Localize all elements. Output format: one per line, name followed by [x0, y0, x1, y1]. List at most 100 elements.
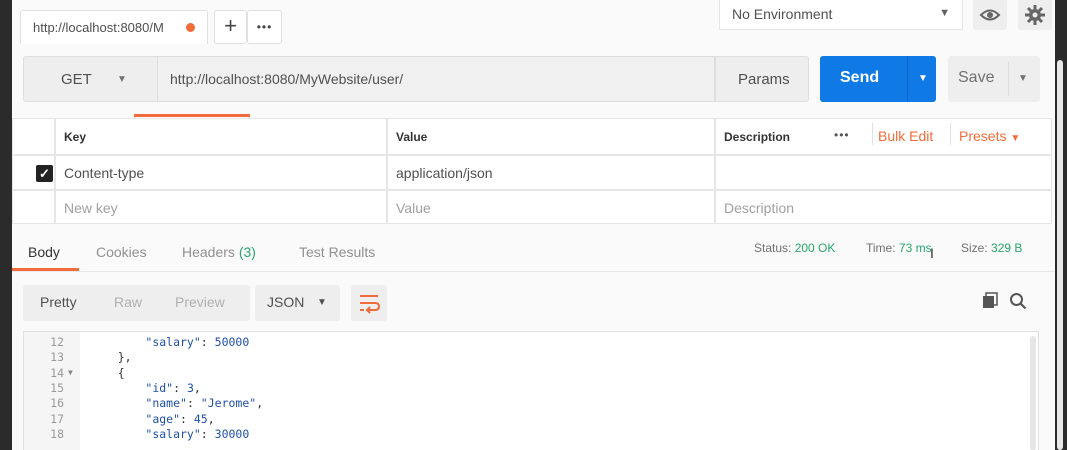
size-value: 329 B	[991, 241, 1023, 255]
request-section-tab-indicator	[134, 114, 250, 117]
line-number: 15	[50, 380, 64, 395]
editor-scrollbar[interactable]	[1030, 336, 1036, 450]
header-value-text: application/json	[396, 165, 493, 181]
presets-dropdown[interactable]: Presets ▼	[959, 128, 1020, 144]
json-string: "name"	[145, 396, 187, 411]
new-tab-button[interactable]: +	[214, 10, 247, 44]
new-description-placeholder: Description	[724, 200, 795, 216]
line-number: 18	[50, 426, 64, 441]
tools-divider	[872, 123, 873, 145]
request-tab-label: http://localhost:8080/MyWebsite	[33, 20, 163, 35]
send-button[interactable]: Send ▼	[820, 56, 936, 102]
view-raw-button[interactable]: Raw	[114, 294, 142, 310]
new-key-input[interactable]: New key	[55, 190, 387, 224]
header-key-text: Content-type	[64, 165, 145, 181]
chevron-down-icon: ▼	[117, 74, 127, 85]
url-text: http://localhost:8080/MyWebsite/user/	[170, 71, 404, 87]
chevron-down-icon: ▼	[317, 297, 327, 308]
url-input[interactable]: http://localhost:8080/MyWebsite/user/	[158, 56, 715, 102]
save-divider	[1008, 62, 1009, 96]
tab-headers[interactable]: Headers (3)	[182, 244, 256, 260]
code-text: "age": 45,	[90, 411, 215, 426]
new-value-input[interactable]: Value	[387, 190, 715, 224]
tabs-divider	[12, 271, 1055, 272]
json-number: 3	[186, 380, 194, 395]
json-number: 30000	[214, 426, 250, 441]
search-icon[interactable]	[1008, 291, 1028, 311]
time-info: Time: 73 ms	[866, 241, 932, 255]
request-tab[interactable]: http://localhost:8080/MyWebsite	[20, 10, 208, 44]
column-header-key-label: Key	[64, 130, 87, 144]
json-string: "salary"	[145, 335, 201, 349]
json-punctuation: :	[200, 335, 215, 349]
gear-icon	[1025, 5, 1045, 25]
json-punctuation	[90, 381, 145, 395]
json-punctuation: ,	[207, 411, 215, 426]
code-text: },	[90, 350, 132, 364]
json-punctuation	[90, 412, 145, 426]
save-button[interactable]: Save ▼	[948, 56, 1040, 102]
tab-test-results[interactable]: Test Results	[299, 244, 375, 260]
tab-body[interactable]: Body	[28, 244, 60, 260]
send-options-chevron-icon[interactable]: ▼	[918, 73, 928, 84]
new-description-input[interactable]: Description	[715, 190, 1052, 224]
response-body-editor[interactable]: 12 "salary": 50000 13 }, 14 ▼ {15 "id": 3, 1…	[23, 331, 1039, 450]
window-scrollbar-thumb[interactable]	[1057, 60, 1063, 450]
json-punctuation: ,	[193, 380, 201, 395]
environment-select[interactable]: No Environment ▼	[719, 0, 963, 30]
table-more-button[interactable]: •••	[834, 128, 850, 142]
wrap-lines-button[interactable]	[351, 285, 387, 321]
json-punctuation: :	[200, 426, 215, 441]
code-text: "name": "Jerome",	[90, 396, 263, 410]
status-info: Status: 200 OK	[754, 241, 835, 255]
json-string: "age"	[145, 411, 181, 426]
method-select[interactable]: GET ▼	[23, 56, 158, 102]
method-label: GET	[61, 71, 92, 88]
json-punctuation: :	[173, 380, 187, 395]
column-header-key: Key	[55, 118, 387, 155]
json-string: "id"	[145, 380, 174, 395]
save-label: Save	[958, 69, 995, 86]
params-button[interactable]: Params	[715, 56, 809, 102]
headers-count-badge: (3)	[238, 244, 256, 260]
tab-cookies[interactable]: Cookies	[96, 244, 147, 260]
json-punctuation	[90, 427, 145, 441]
json-punctuation	[90, 335, 145, 349]
header-enabled-checkbox[interactable]: ✓	[36, 165, 53, 182]
eye-icon	[979, 9, 1001, 21]
json-punctuation: :	[186, 396, 201, 411]
window-scrollbar[interactable]	[1055, 0, 1067, 450]
time-value: 73 ms	[898, 241, 932, 255]
header-description-field[interactable]	[715, 155, 1052, 190]
save-options-chevron-icon[interactable]: ▼	[1018, 73, 1028, 84]
copy-icon[interactable]	[980, 291, 1000, 311]
format-select[interactable]: JSON ▼	[255, 285, 340, 321]
line-number: 13	[50, 350, 64, 365]
view-mode-group: Pretty Raw Preview	[23, 285, 250, 321]
header-key-field[interactable]: Content-type	[55, 155, 387, 190]
view-pretty-button[interactable]: Pretty	[40, 294, 77, 310]
bulk-edit-link[interactable]: Bulk Edit	[878, 128, 933, 144]
size-label: Size:	[961, 241, 988, 255]
wrap-lines-icon	[360, 295, 381, 314]
environment-label: No Environment	[732, 6, 833, 22]
json-string: "Jerome"	[200, 396, 257, 411]
new-row-checkbox-cell	[12, 190, 55, 224]
chevron-down-icon: ▼	[939, 7, 950, 19]
send-label: Send	[840, 69, 880, 86]
format-label: JSON	[267, 294, 305, 310]
json-string: "salary"	[145, 426, 201, 441]
environment-quick-look-button[interactable]	[973, 0, 1007, 30]
view-preview-button[interactable]: Preview	[175, 294, 225, 310]
json-punctuation: {	[90, 365, 125, 380]
column-header-description-label: Description	[724, 130, 791, 144]
params-label: Params	[738, 71, 790, 88]
column-header-value-label: Value	[396, 130, 428, 144]
json-number: 45	[193, 411, 208, 426]
tools-divider	[950, 123, 951, 145]
header-value-field[interactable]: application/json	[387, 155, 715, 190]
settings-button[interactable]	[1018, 0, 1052, 30]
tab-more-button[interactable]: •••	[247, 10, 282, 44]
fold-toggle-icon[interactable]: ▼	[68, 368, 73, 377]
json-punctuation	[90, 396, 145, 410]
